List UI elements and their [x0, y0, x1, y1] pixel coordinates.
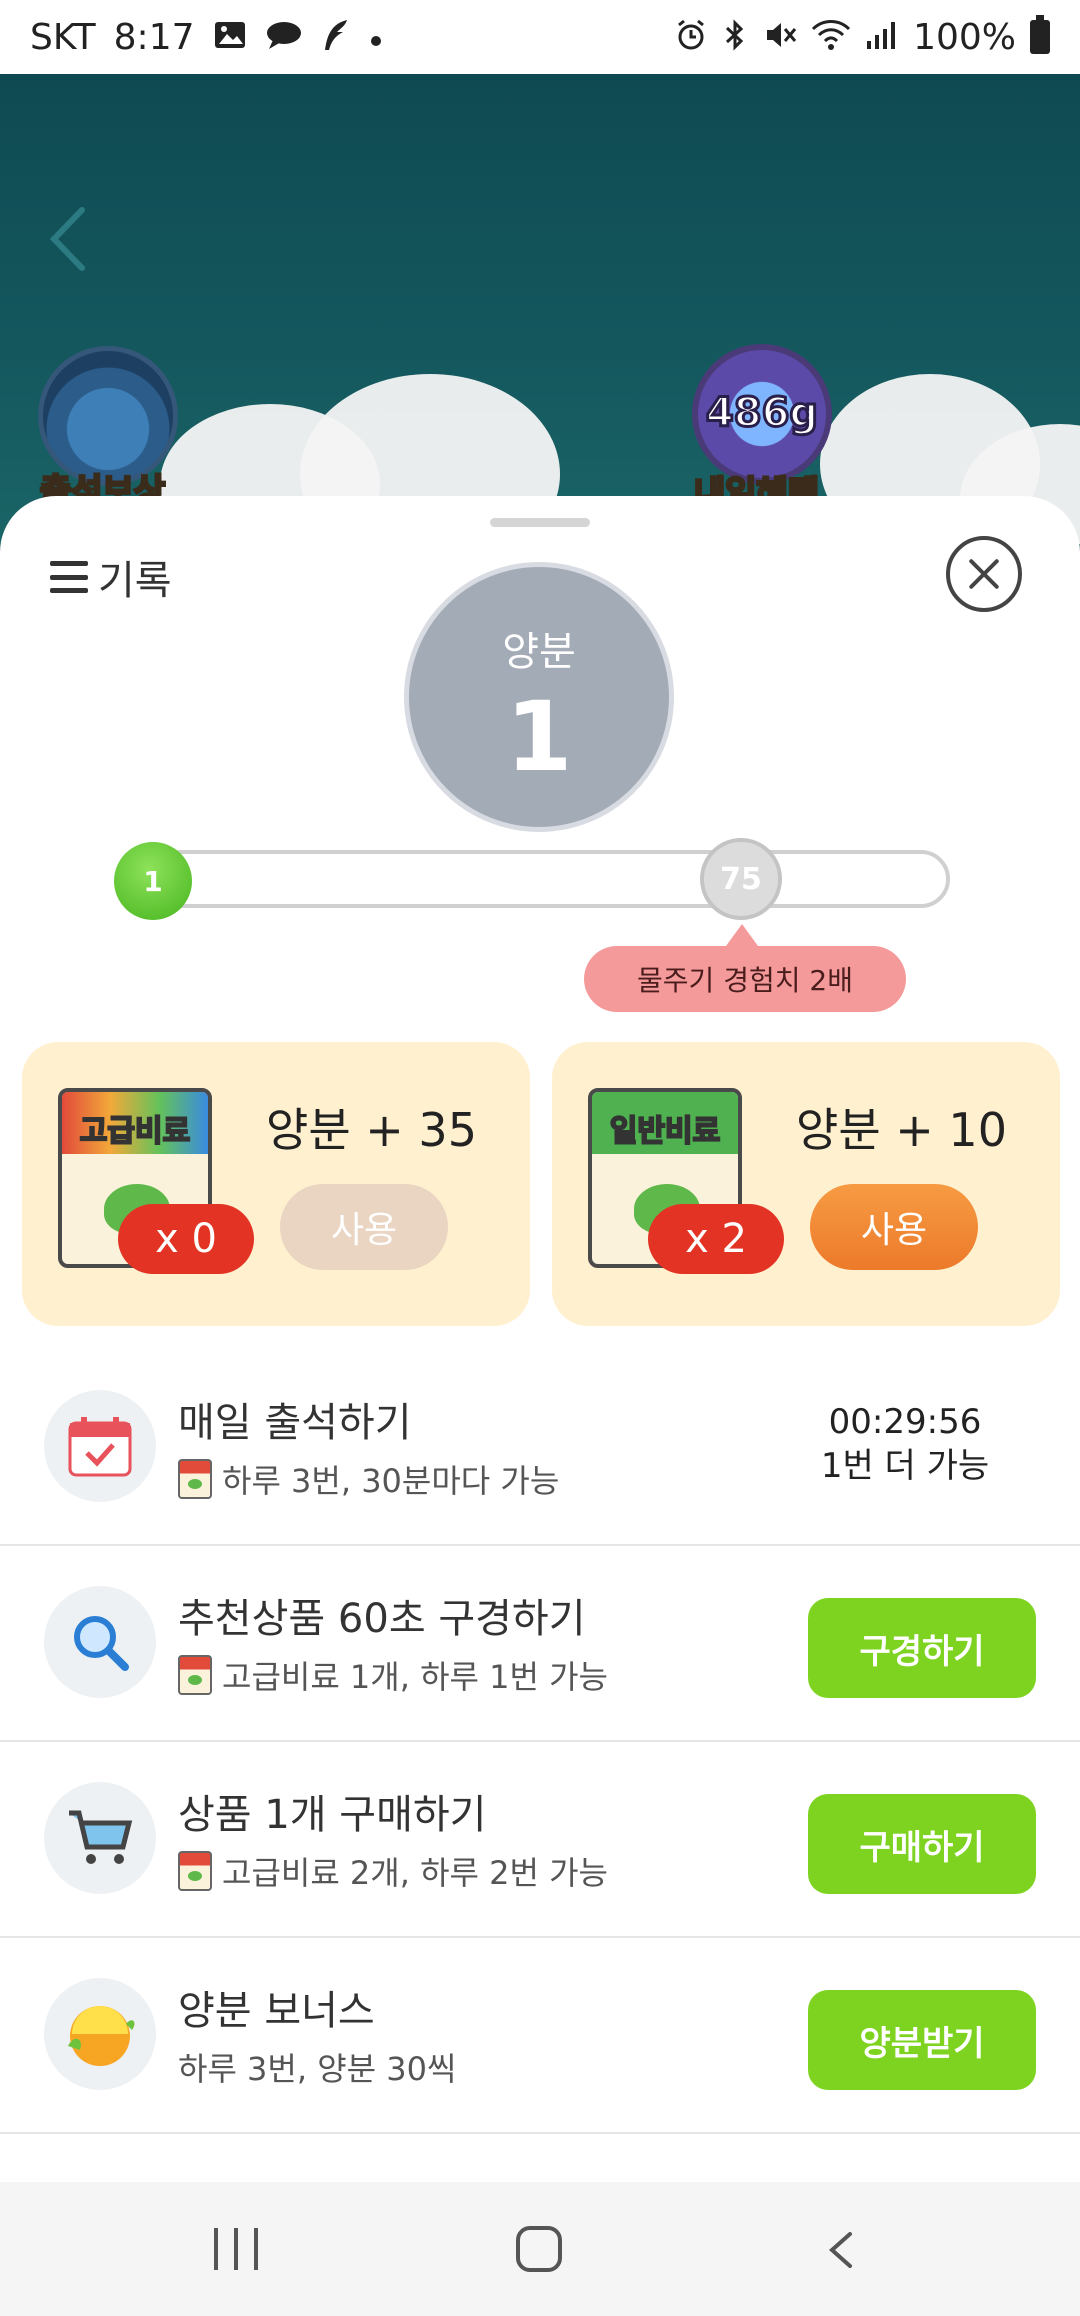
purchase-button[interactable]: 구매하기: [808, 1794, 1036, 1894]
task-subtitle-text: 하루 3번, 30분마다 가능: [222, 1462, 560, 1500]
normal-fertilizer-card: 일반비료 x 2 양분 + 10 사용: [552, 1042, 1060, 1326]
task-subtitle-text: 고급비료 1개, 하루 1번 가능: [222, 1658, 608, 1696]
nutrient-sheet: 기록 양분 1 1 75 물주기 경험치 2배 고급비료 x 0 양분 + 35…: [0, 496, 1080, 2182]
current-level-knob: 1: [114, 842, 192, 920]
nutrient-level-label: 양분: [502, 629, 576, 675]
level-progress-bar: [148, 850, 950, 908]
calendar-icon: [44, 1390, 156, 1502]
fertilizer-mini-icon: [178, 1655, 212, 1695]
task-subtitle: 고급비료 1개, 하루 1번 가능: [178, 1652, 608, 1698]
normal-count-badge: x 2: [648, 1204, 784, 1274]
task-subtitle-text: 하루 3번, 양분 30씩: [178, 2050, 457, 2088]
nutrient-orb-icon: [44, 1978, 156, 2090]
premium-bag-label: 고급비료: [79, 1113, 191, 1150]
home-icon[interactable]: [516, 2226, 562, 2272]
task-title: 양분 보너스: [178, 1988, 375, 2034]
task-title: 상품 1개 구매하기: [178, 1792, 487, 1838]
wifi-icon: [811, 19, 851, 56]
sheet-drag-handle[interactable]: [490, 518, 590, 527]
menu-icon: [50, 561, 88, 593]
gallery-icon: [213, 20, 247, 55]
battery-icon: [1030, 15, 1050, 54]
task-title: 매일 출석하기: [178, 1400, 412, 1446]
claim-nutrient-button[interactable]: 양분받기: [808, 1990, 1036, 2090]
history-label: 기록: [98, 558, 172, 604]
recent-apps-icon[interactable]: [214, 2228, 258, 2270]
bluetooth-icon: [721, 18, 749, 56]
task-subtitle: 고급비료 2개, 하루 2번 가능: [178, 1848, 608, 1894]
task-browse-products: 추천상품 60초 구경하기 고급비료 1개, 하루 1번 가능 구경하기: [0, 1548, 1080, 1742]
cart-icon: [44, 1782, 156, 1894]
back-arrow-icon[interactable]: [40, 194, 100, 284]
game-background: 출석보상 486g 내일혜택: [0, 74, 1080, 544]
alarm-icon: [675, 19, 707, 56]
search-icon: [44, 1586, 156, 1698]
timer-value: 00:29:56: [828, 1402, 982, 1442]
premium-fertilizer-card: 고급비료 x 0 양분 + 35 사용: [22, 1042, 530, 1326]
fertilizer-mini-icon: [178, 1459, 212, 1499]
attendance-timer: 00:29:56 1번 더 가능: [800, 1400, 1010, 1488]
target-level-knob: 75: [700, 838, 782, 920]
task-daily-attendance: 매일 출석하기 하루 3번, 30분마다 가능 00:29:56 1번 더 가능: [0, 1352, 1080, 1546]
timer-note: 1번 더 가능: [820, 1446, 990, 1486]
clock-label: 8:17: [113, 16, 195, 58]
nutrient-level-value: 1: [505, 681, 573, 793]
task-nutrient-bonus: 양분 보너스 하루 3번, 양분 30씩 양분받기: [0, 1940, 1080, 2134]
task-subtitle-text: 고급비료 2개, 하루 2번 가능: [222, 1854, 608, 1892]
task-subtitle: 하루 3번, 양분 30씩: [178, 2044, 456, 2090]
history-button[interactable]: 기록: [50, 548, 172, 606]
tooltip-arrow: [726, 924, 758, 946]
dot-icon: [369, 21, 383, 53]
water-amount: 486g: [704, 389, 819, 438]
close-button[interactable]: [946, 536, 1022, 612]
system-nav-bar: [0, 2182, 1080, 2316]
normal-bag-label: 일반비료: [609, 1113, 721, 1150]
use-normal-button[interactable]: 사용: [810, 1184, 978, 1270]
mute-icon: [763, 19, 797, 56]
back-icon[interactable]: [826, 2230, 856, 2270]
carrier-label: SKT: [30, 16, 96, 58]
signal-icon: [865, 19, 899, 56]
feather-icon: [321, 18, 351, 57]
fertilizer-mini-icon: [178, 1851, 212, 1891]
milestone-tooltip: 물주기 경험치 2배: [584, 946, 906, 1012]
use-premium-button[interactable]: 사용: [280, 1184, 448, 1270]
browse-button[interactable]: 구경하기: [808, 1598, 1036, 1698]
chat-bubble-icon: [265, 20, 303, 55]
normal-fertilizer-title: 양분 + 10: [796, 1103, 1007, 1157]
nutrient-level-circle: 양분 1: [404, 562, 674, 832]
battery-percent: 100%: [913, 16, 1016, 58]
task-subtitle: 하루 3번, 30분마다 가능: [178, 1456, 559, 1502]
task-title: 추천상품 60초 구경하기: [178, 1596, 586, 1642]
water-drop-icon[interactable]: 486g: [692, 344, 832, 484]
premium-fertilizer-title: 양분 + 35: [266, 1103, 477, 1157]
status-bar: SKT 8:17 100%: [0, 0, 1080, 74]
premium-count-badge: x 0: [118, 1204, 254, 1274]
task-purchase-product: 상품 1개 구매하기 고급비료 2개, 하루 2번 가능 구매하기: [0, 1744, 1080, 1938]
